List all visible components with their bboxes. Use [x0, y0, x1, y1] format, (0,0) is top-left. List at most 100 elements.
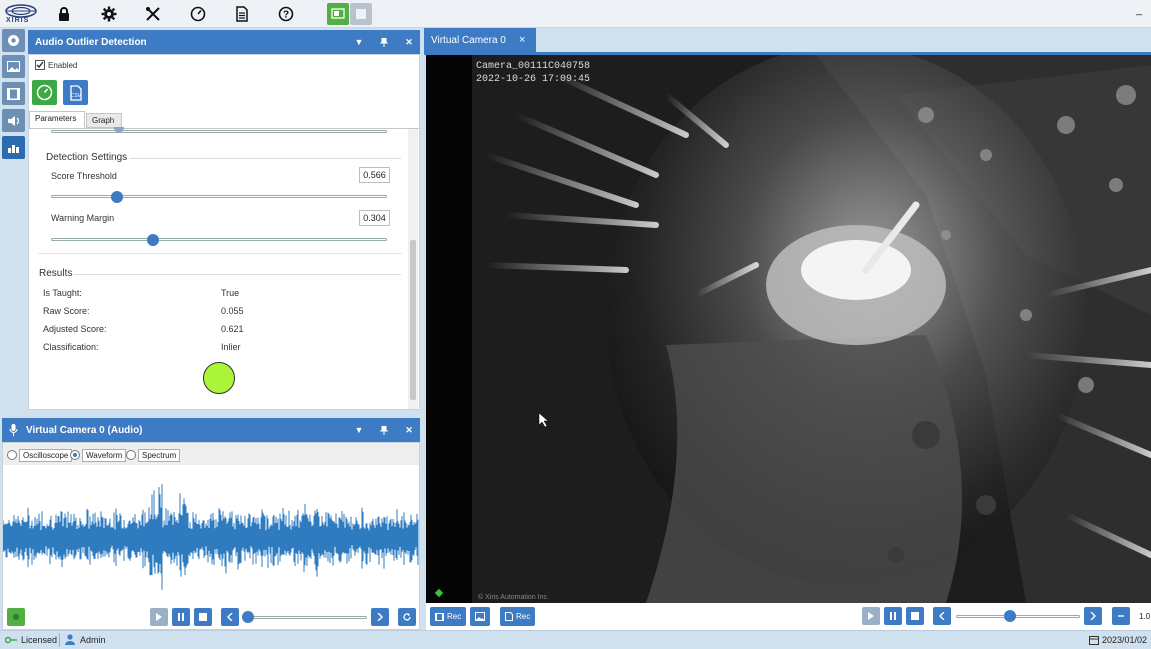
- camera-playback-slider[interactable]: [956, 615, 1080, 618]
- dropdown-icon[interactable]: ▼: [352, 30, 366, 54]
- camera-controls: Rec Rec 1.0: [426, 603, 1151, 630]
- close-icon[interactable]: ✕: [402, 30, 416, 54]
- enabled-checkbox[interactable]: [35, 60, 45, 70]
- waveform-radio[interactable]: [70, 450, 80, 460]
- dropdown-icon[interactable]: ▼: [352, 418, 366, 442]
- outlier-panel-body: Enabled CSV Parameters Graph Detection S…: [28, 54, 420, 410]
- refresh-button[interactable]: [398, 608, 416, 626]
- score-threshold-label: Score Threshold: [51, 171, 117, 181]
- record-data-button[interactable]: Rec: [500, 607, 536, 626]
- spectrum-label[interactable]: Spectrum: [138, 449, 181, 462]
- calendar-icon: [1089, 636, 1099, 645]
- aperture-icon[interactable]: [2, 29, 25, 52]
- microphone-icon: [9, 424, 18, 436]
- layout-icon[interactable]: [350, 3, 372, 25]
- play-button[interactable]: [150, 608, 168, 626]
- results-title: Results: [39, 268, 73, 279]
- pause-button[interactable]: [172, 608, 190, 626]
- minimize-button[interactable]: _: [1136, 4, 1142, 16]
- record-video-button[interactable]: Rec: [430, 607, 467, 626]
- film-icon[interactable]: [2, 82, 25, 105]
- camera-playback-thumb[interactable]: [1004, 610, 1016, 622]
- result-value: True: [221, 288, 240, 298]
- warning-margin-label: Warning Margin: [51, 213, 115, 223]
- tab-parameters[interactable]: Parameters: [29, 111, 85, 128]
- gauge-icon[interactable]: [188, 4, 208, 24]
- watermark: © Xiris Automation Inc.: [478, 594, 549, 601]
- audio-waveform: [3, 484, 419, 590]
- export-button[interactable]: CSV: [63, 80, 88, 105]
- camera-view[interactable]: Camera_00111C040758 2022-10-26 17:09:45 …: [426, 55, 1151, 603]
- audio-panel-header: Virtual Camera 0 (Audio) ▼ ✕: [2, 418, 420, 442]
- pin-icon[interactable]: [377, 30, 391, 54]
- step-forward-button[interactable]: [371, 608, 389, 626]
- csv-glyph: CSV: [70, 93, 81, 99]
- tools-icon[interactable]: [143, 4, 163, 24]
- score-threshold-input[interactable]: 0.566: [359, 167, 390, 183]
- oscilloscope-radio[interactable]: [7, 450, 17, 460]
- lock-icon[interactable]: [54, 4, 74, 24]
- speaker-icon[interactable]: [2, 109, 25, 132]
- playback-slider[interactable]: [243, 616, 367, 619]
- record-data-label: Rec: [516, 612, 531, 621]
- result-value: 0.055: [221, 306, 244, 316]
- result-value: 0.621: [221, 324, 244, 334]
- score-threshold-slider[interactable]: [51, 195, 387, 198]
- camera-tab-title: Virtual Camera 0: [431, 34, 506, 46]
- waveform-label[interactable]: Waveform: [82, 449, 127, 462]
- weld-image: [426, 55, 1151, 603]
- waveform-trace: [3, 484, 419, 590]
- graph-hand-icon[interactable]: [2, 136, 25, 159]
- warning-margin-thumb[interactable]: [147, 234, 160, 246]
- speedometer-button[interactable]: [32, 80, 57, 105]
- classification-indicator: [203, 362, 235, 394]
- tab-graph[interactable]: Graph: [86, 113, 122, 128]
- playback-thumb[interactable]: [242, 611, 254, 623]
- detection-divider: [130, 158, 401, 159]
- camera-id-overlay: Camera_00111C040758: [476, 61, 591, 72]
- svg-text:?: ?: [283, 10, 289, 21]
- gear-icon[interactable]: [99, 4, 119, 24]
- stop-button[interactable]: [906, 607, 924, 625]
- oscilloscope-label[interactable]: Oscilloscope: [19, 449, 73, 462]
- status-divider: [59, 633, 60, 647]
- play-button[interactable]: [862, 607, 880, 625]
- record-indicator-button[interactable]: [7, 608, 25, 626]
- result-label: Raw Score:: [43, 306, 90, 316]
- monitor-icon[interactable]: [327, 3, 349, 25]
- image-icon[interactable]: [2, 55, 25, 78]
- warning-margin-input[interactable]: 0.304: [359, 210, 390, 226]
- pin-icon[interactable]: [377, 418, 391, 442]
- user-name: Admin: [80, 635, 106, 645]
- user-icon: [65, 634, 75, 645]
- spectrum-radio[interactable]: [126, 450, 136, 460]
- timestamp-overlay: 2022-10-26 17:09:45: [476, 74, 591, 85]
- help-icon[interactable]: ?: [276, 4, 296, 24]
- speed-down-button[interactable]: [1112, 607, 1130, 625]
- document-icon[interactable]: [232, 4, 252, 24]
- scrollbar-thumb[interactable]: [410, 240, 416, 400]
- snapshot-button[interactable]: [470, 607, 490, 626]
- upper-partial-slider[interactable]: [51, 130, 387, 133]
- warning-margin-slider[interactable]: [51, 238, 387, 241]
- tab-divider: [29, 128, 419, 129]
- outlier-panel-header: Audio Outlier Detection ▼ ✕: [28, 30, 420, 54]
- logo-text: XIRIS: [6, 17, 30, 24]
- vertical-scrollbar[interactable]: [408, 129, 418, 409]
- tab-close-icon[interactable]: ×: [519, 34, 525, 46]
- step-back-button[interactable]: [221, 608, 239, 626]
- tab-virtual-camera-0[interactable]: Virtual Camera 0 ×: [424, 28, 536, 52]
- results-divider: [73, 274, 401, 275]
- pause-button[interactable]: [884, 607, 902, 625]
- stop-button[interactable]: [194, 608, 212, 626]
- result-label: Classification:: [43, 342, 99, 352]
- step-forward-button[interactable]: [1084, 607, 1102, 625]
- close-icon[interactable]: ✕: [402, 418, 416, 442]
- score-threshold-thumb[interactable]: [110, 191, 123, 203]
- result-label: Is Taught:: [43, 288, 82, 298]
- result-label: Adjusted Score:: [43, 324, 107, 334]
- image-icon: [475, 612, 485, 621]
- xiris-logo: XIRIS: [4, 3, 38, 25]
- step-back-button[interactable]: [933, 607, 951, 625]
- result-value: Inlier: [221, 342, 241, 352]
